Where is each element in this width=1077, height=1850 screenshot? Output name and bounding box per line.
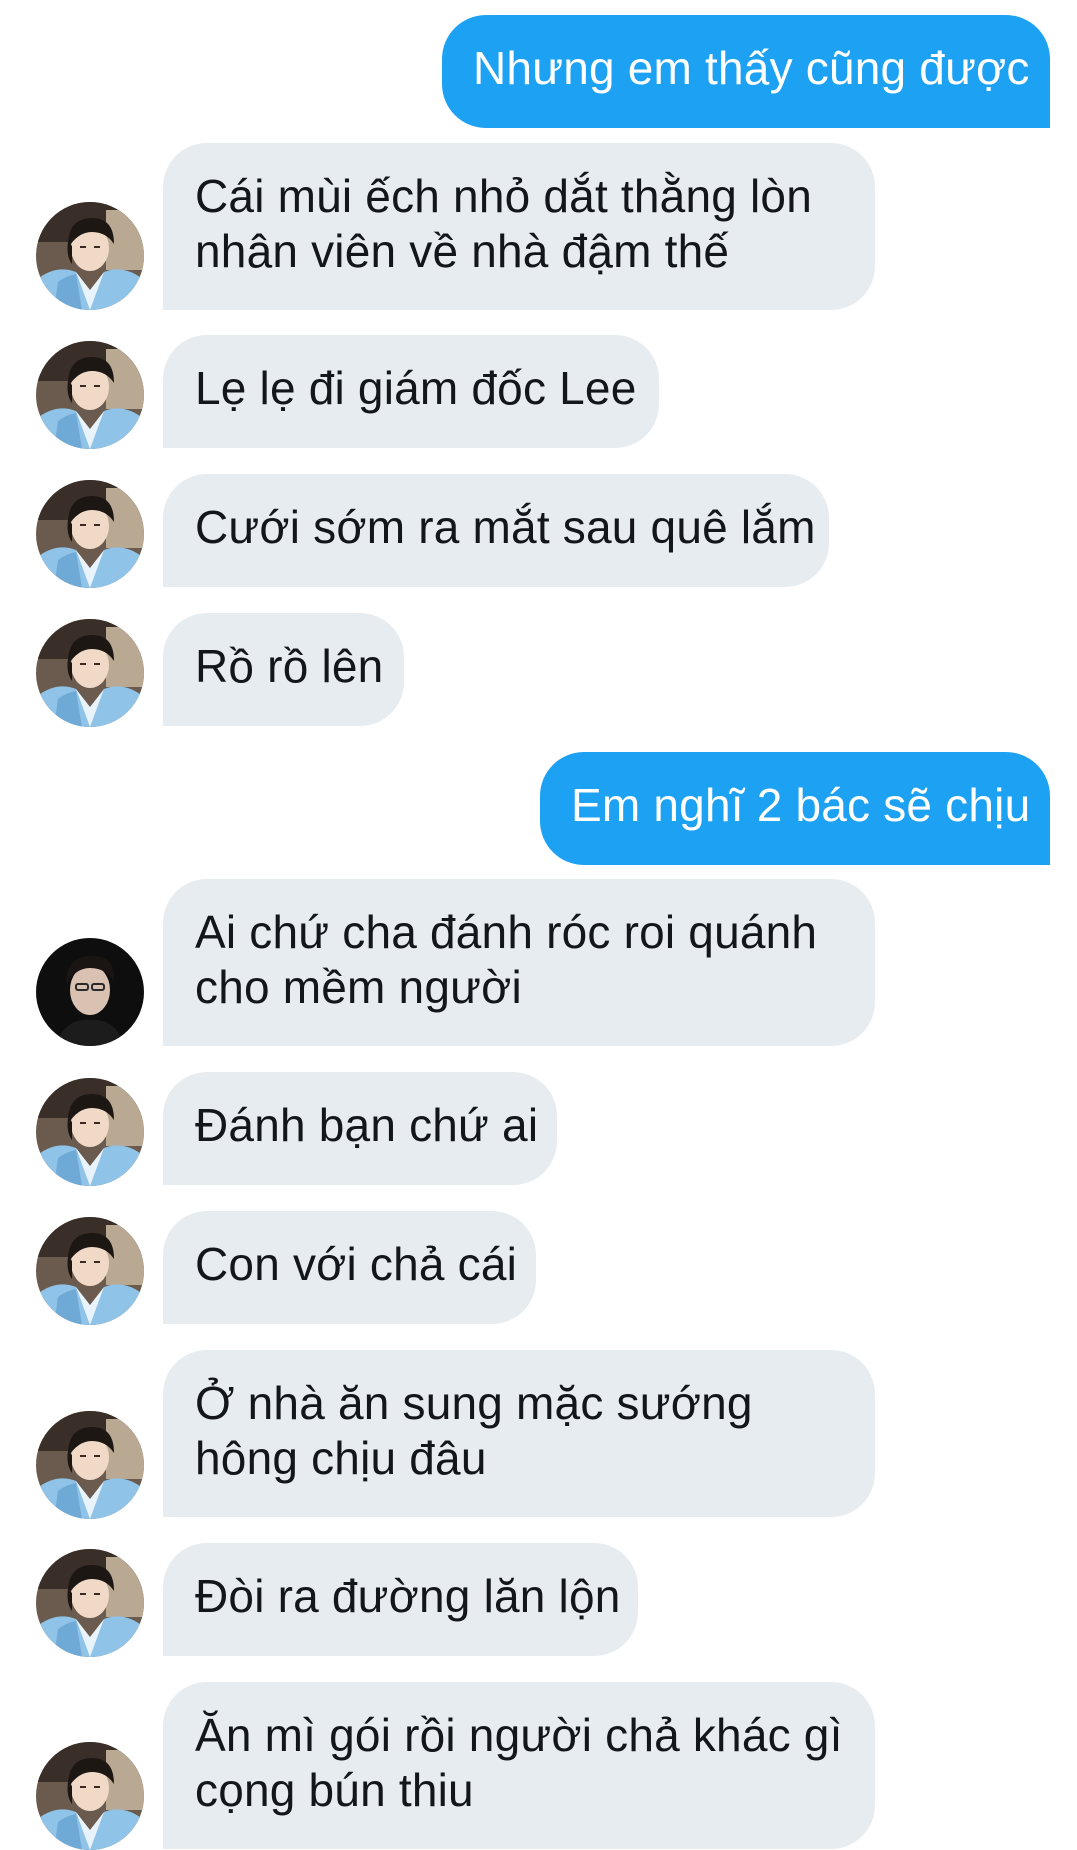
incoming-message[interactable]: Cưới sớm ra mắt sau quê lắm (163, 474, 829, 587)
message-text: Cái mùi ếch nhỏ dắt thằng lòn (195, 170, 812, 222)
avatar[interactable] (36, 202, 144, 310)
avatar[interactable] (36, 1411, 144, 1519)
message-text: Đánh bạn chứ ai (195, 1099, 539, 1151)
message-text: Ăn mì gói rồi người chả khác gì (195, 1709, 843, 1761)
message-text: Cưới sớm ra mắt sau quê lắm (195, 501, 816, 553)
chat-thread: Nhưng em thấy cũng được Cái mùi ếch nhỏ … (0, 0, 1077, 1850)
incoming-message[interactable]: Ở nhà ăn sung mặc sướng hông chịu đâu (163, 1350, 875, 1517)
message-text: cho mềm người (195, 961, 522, 1013)
message-text: Em nghĩ 2 bác sẽ chịu (571, 779, 1031, 831)
message-text: Ở nhà ăn sung mặc sướng (195, 1377, 753, 1429)
message-text: hông chịu đâu (195, 1432, 487, 1484)
avatar[interactable] (36, 341, 144, 449)
message-text: Lẹ lẹ đi giám đốc Lee (195, 362, 637, 414)
incoming-message[interactable]: Ăn mì gói rồi người chả khác gì cọng bún… (163, 1682, 875, 1849)
avatar[interactable] (36, 480, 144, 588)
avatar[interactable] (36, 1549, 144, 1657)
incoming-message[interactable]: Ai chứ cha đánh róc roi quánh cho mềm ng… (163, 879, 875, 1046)
outgoing-message[interactable]: Nhưng em thấy cũng được (442, 15, 1050, 128)
avatar[interactable] (36, 1078, 144, 1186)
avatar[interactable] (36, 1742, 144, 1850)
avatar[interactable] (36, 619, 144, 727)
message-text: cọng bún thiu (195, 1764, 474, 1816)
avatar[interactable] (36, 1217, 144, 1325)
incoming-message[interactable]: Đòi ra đường lăn lộn (163, 1543, 638, 1656)
outgoing-message[interactable]: Em nghĩ 2 bác sẽ chịu (540, 752, 1050, 865)
incoming-message[interactable]: Lẹ lẹ đi giám đốc Lee (163, 335, 659, 448)
incoming-message[interactable]: Rồ rồ lên (163, 613, 404, 726)
avatar[interactable] (36, 938, 144, 1046)
message-text: Đòi ra đường lăn lộn (195, 1570, 621, 1622)
message-text: Rồ rồ lên (195, 640, 384, 692)
incoming-message[interactable]: Cái mùi ếch nhỏ dắt thằng lòn nhân viên … (163, 143, 875, 310)
incoming-message[interactable]: Đánh bạn chứ ai (163, 1072, 557, 1185)
message-text: nhân viên về nhà đậm thế (195, 225, 730, 277)
incoming-message[interactable]: Con với chả cái (163, 1211, 536, 1324)
message-text: Con với chả cái (195, 1238, 518, 1290)
message-text: Nhưng em thấy cũng được (473, 42, 1030, 94)
message-text: Ai chứ cha đánh róc roi quánh (195, 906, 818, 958)
